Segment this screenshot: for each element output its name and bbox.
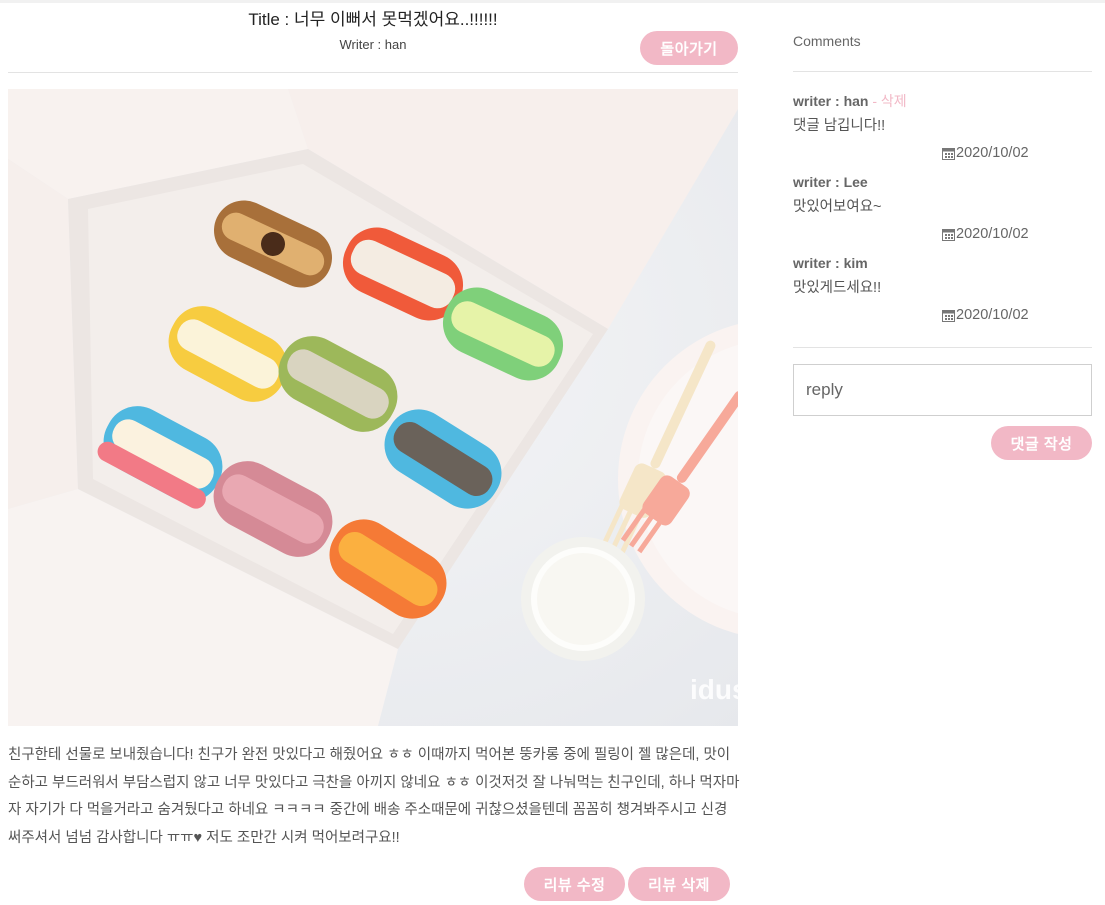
post-title-text: 너무 이뻐서 못먹겠어요..!!!!!! xyxy=(294,10,498,29)
post-divider xyxy=(8,72,738,73)
comment-writer: writer : han xyxy=(793,93,869,109)
calendar-icon xyxy=(942,229,955,241)
comment-item: writer : kim 맛있게드세요!! 2020/10/02 xyxy=(793,251,1092,329)
reply-input[interactable] xyxy=(793,364,1092,416)
edit-review-button[interactable]: 리뷰 수정 xyxy=(524,867,625,901)
back-button[interactable]: 돌아가기 xyxy=(640,31,738,65)
delete-review-button[interactable]: 리뷰 삭제 xyxy=(628,867,730,901)
comment-writer: writer : kim xyxy=(793,255,868,271)
comment-date-row: 2020/10/02 xyxy=(793,140,1092,167)
comment-date: 2020/10/02 xyxy=(956,226,1029,242)
post-title: Title : 너무 이뻐서 못먹겠어요..!!!!!! xyxy=(8,5,738,30)
comment-writer: writer : Lee xyxy=(793,174,868,190)
comment-text: 맛있어보여요~ xyxy=(793,199,882,215)
comment-date-row: 2020/10/02 xyxy=(793,302,1092,329)
comment-writer-row: writer : han - 삭제 xyxy=(793,89,1092,113)
post-body: 친구한테 선물로 보내줬습니다! 친구가 완전 맛있다고 해줬어요 ㅎㅎ 이때까… xyxy=(8,747,740,846)
comment-date: 2020/10/02 xyxy=(956,145,1029,161)
calendar-icon xyxy=(942,310,955,322)
comment-delete-link[interactable]: 삭제 xyxy=(881,93,907,109)
comments-divider-top xyxy=(793,71,1092,72)
comment-separator: - xyxy=(868,93,881,109)
comment-item: writer : han - 삭제 댓글 남깁니다!! 2020/10/02 xyxy=(793,89,1092,167)
comment-text: 댓글 남깁니다!! xyxy=(793,118,886,134)
calendar-icon xyxy=(942,148,955,160)
top-border xyxy=(0,0,1105,3)
comment-date-row: 2020/10/02 xyxy=(793,221,1092,248)
post-title-prefix: Title : xyxy=(248,10,294,29)
comments-heading: Comments xyxy=(793,33,861,49)
comments-divider-bottom xyxy=(793,347,1092,348)
comment-text: 맛있게드세요!! xyxy=(793,280,882,296)
comment-item: writer : Lee 맛있어보여요~ 2020/10/02 xyxy=(793,170,1092,248)
review-photo: idus xyxy=(8,89,738,726)
post-writer: Writer : han xyxy=(339,37,407,52)
post-comment-button[interactable]: 댓글 작성 xyxy=(991,426,1092,460)
watermark: idus xyxy=(690,674,738,705)
comment-date: 2020/10/02 xyxy=(956,307,1029,323)
